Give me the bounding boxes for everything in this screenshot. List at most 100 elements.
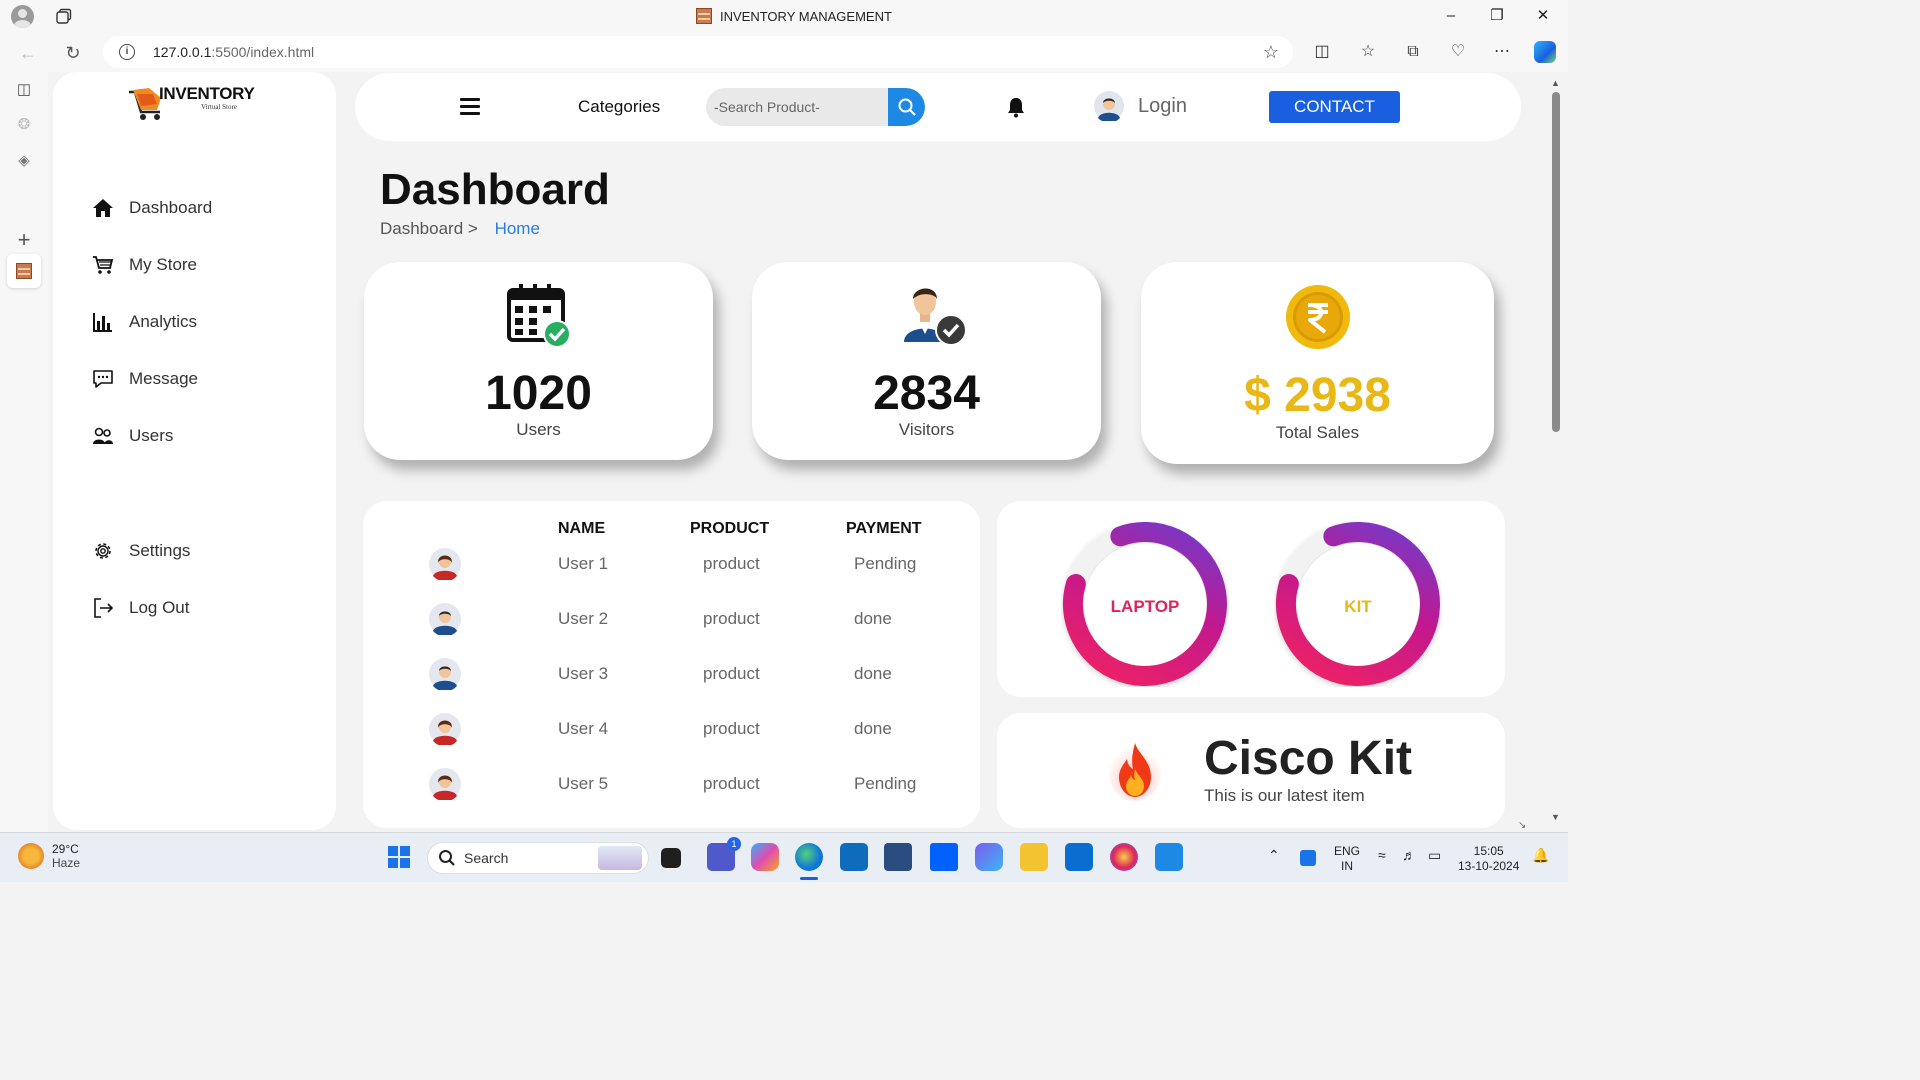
volume-icon[interactable]: ♬ — [1402, 848, 1416, 863]
sales-label: Total Sales — [1275, 423, 1360, 442]
vscode-icon[interactable] — [1155, 843, 1183, 871]
table-row[interactable]: User 3 product done — [363, 655, 980, 695]
sidebar-item-dashboard[interactable]: Dashboard — [91, 193, 212, 223]
cell-product: product — [703, 554, 760, 573]
categories-link[interactable]: Categories — [578, 97, 660, 117]
virtualbox-icon[interactable] — [884, 843, 912, 871]
search-bar — [706, 88, 925, 126]
sidebar-item-users[interactable]: Users — [91, 421, 173, 451]
search-input[interactable] — [706, 88, 887, 126]
sidebar-item-analytics[interactable]: Analytics — [91, 307, 197, 337]
column-header-name: NAME — [558, 520, 606, 537]
table-row[interactable]: User 1 product Pending — [363, 545, 980, 585]
tab-actions-icon[interactable]: ◫ — [12, 78, 36, 102]
scrollbar-thumb[interactable] — [1552, 92, 1560, 432]
calendar-check-icon — [506, 284, 571, 348]
file-explorer-icon[interactable] — [1020, 843, 1048, 871]
cell-name: User 2 — [558, 609, 609, 628]
paint-app-icon[interactable] — [1110, 843, 1138, 871]
wings-tab-icon[interactable]: ◈ — [12, 149, 36, 173]
breadcrumb-parent[interactable]: Dashboard > — [380, 219, 478, 238]
sidebar-item-message[interactable]: Message — [91, 364, 198, 394]
login-button[interactable]: Login — [1094, 91, 1187, 121]
openai-tab-icon[interactable]: ❂ — [12, 113, 36, 137]
table-row[interactable]: User 4 product done — [363, 710, 980, 750]
cell-product: product — [703, 774, 760, 793]
minimize-button[interactable]: – — [1428, 4, 1474, 28]
table-row[interactable]: User 2 product done — [363, 600, 980, 640]
visitors-count: 2834 — [873, 367, 980, 420]
sidebar-item-my-store[interactable]: My Store — [91, 250, 197, 280]
clock[interactable]: 15:05 13-10-2024 — [1458, 844, 1519, 874]
new-tab-plus-icon[interactable]: + — [12, 228, 36, 252]
weather-widget[interactable]: 29°C Haze — [18, 842, 80, 870]
close-window-button[interactable]: ✕ — [1520, 4, 1566, 28]
taskbar-search-box[interactable]: Search — [427, 842, 649, 874]
cell-payment: done — [854, 609, 892, 628]
sidebar-item-label: Users — [129, 426, 174, 445]
collections-icon[interactable]: ⧉ — [1402, 41, 1424, 63]
browser-essentials-icon[interactable]: ♡ — [1447, 41, 1469, 63]
site-info-icon[interactable]: i — [119, 44, 135, 60]
sidebar-item-settings[interactable]: Settings — [91, 536, 190, 566]
female-avatar-icon — [429, 713, 461, 745]
favorite-star-icon[interactable]: ☆ — [1263, 42, 1279, 63]
sidebar-item-label: Message — [129, 369, 198, 388]
teams-icon[interactable]: 1 — [707, 837, 741, 871]
logo-brand-text: INVENTORY — [159, 84, 255, 103]
more-options-icon[interactable]: ⋯ — [1491, 41, 1513, 63]
clock-time: 15:05 — [1473, 844, 1504, 858]
wifi-icon[interactable]: ≈ — [1378, 848, 1386, 863]
address-bar[interactable]: i 127.0.0.1:5500/index.html ☆ — [103, 36, 1293, 68]
windows-start-icon[interactable] — [387, 845, 411, 869]
category-donut-card: LAPTOP KIT — [997, 501, 1505, 697]
cell-payment: done — [854, 719, 892, 738]
split-screen-icon[interactable]: ◫ — [1311, 41, 1333, 63]
windows-taskbar: 29°C Haze Search 1 ⌃ ENG IN ≈ ♬ ▭ 15:05 … — [0, 832, 1568, 882]
kit-donut[interactable]: KIT — [1274, 521, 1442, 687]
scroll-down-arrow-icon[interactable]: ▼ — [1551, 812, 1560, 822]
contact-button[interactable]: CONTACT — [1269, 91, 1400, 123]
workspaces-icon[interactable] — [55, 8, 72, 25]
table-row[interactable]: User 5 product Pending — [363, 765, 980, 805]
back-arrow-icon[interactable]: ← — [16, 41, 40, 65]
profile-avatar-icon[interactable] — [11, 5, 34, 28]
inventory-logo[interactable]: INVENTORY Virtual Store — [125, 84, 265, 126]
hamburger-menu-icon[interactable] — [460, 98, 480, 116]
breadcrumb-home-link[interactable]: Home — [495, 219, 540, 238]
maximize-button[interactable]: ❐ — [1474, 4, 1520, 28]
active-tab[interactable] — [7, 254, 41, 288]
sidebar-item-logout[interactable]: Log Out — [91, 593, 190, 623]
cell-payment: Pending — [854, 554, 917, 573]
female-avatar-icon — [429, 548, 461, 580]
url-text[interactable]: 127.0.0.1:5500/index.html — [153, 44, 314, 60]
notification-center-icon[interactable]: 🔔 — [1532, 848, 1549, 863]
dropbox-icon[interactable] — [930, 843, 958, 871]
favorites-icon[interactable]: ☆ — [1357, 41, 1379, 63]
scroll-up-arrow-icon[interactable]: ▲ — [1551, 78, 1560, 88]
edge-browser-icon[interactable] — [795, 843, 823, 871]
clock-date: 13-10-2024 — [1458, 859, 1520, 873]
resize-handle-icon[interactable]: ↘ — [1518, 820, 1526, 831]
task-view-icon[interactable] — [661, 848, 681, 868]
refresh-icon[interactable]: ↻ — [61, 41, 85, 65]
m365-icon[interactable] — [975, 843, 1003, 871]
search-button[interactable] — [888, 88, 925, 126]
copilot-icon[interactable] — [1534, 41, 1556, 63]
security-shield-icon[interactable] — [1300, 850, 1316, 866]
weather-temp: 29°C — [52, 842, 79, 856]
active-app-indicator — [800, 877, 818, 880]
laptop-donut[interactable]: LAPTOP — [1061, 521, 1229, 687]
language-indicator[interactable]: ENG IN — [1334, 844, 1360, 874]
male-avatar-icon — [429, 658, 461, 690]
user-avatar-icon — [1094, 91, 1124, 121]
site-favicon-icon — [696, 8, 712, 24]
latest-item-card[interactable]: Cisco Kit This is our latest item — [997, 713, 1505, 828]
rupee-coin-icon — [1285, 285, 1350, 349]
outlook-icon[interactable] — [840, 843, 868, 871]
cortana-app-icon[interactable] — [1065, 843, 1093, 871]
battery-icon[interactable]: ▭ — [1428, 848, 1441, 863]
notification-bell-icon[interactable] — [1005, 96, 1027, 123]
copilot-app-icon[interactable] — [751, 843, 779, 871]
show-hidden-icons-icon[interactable]: ⌃ — [1268, 848, 1280, 863]
